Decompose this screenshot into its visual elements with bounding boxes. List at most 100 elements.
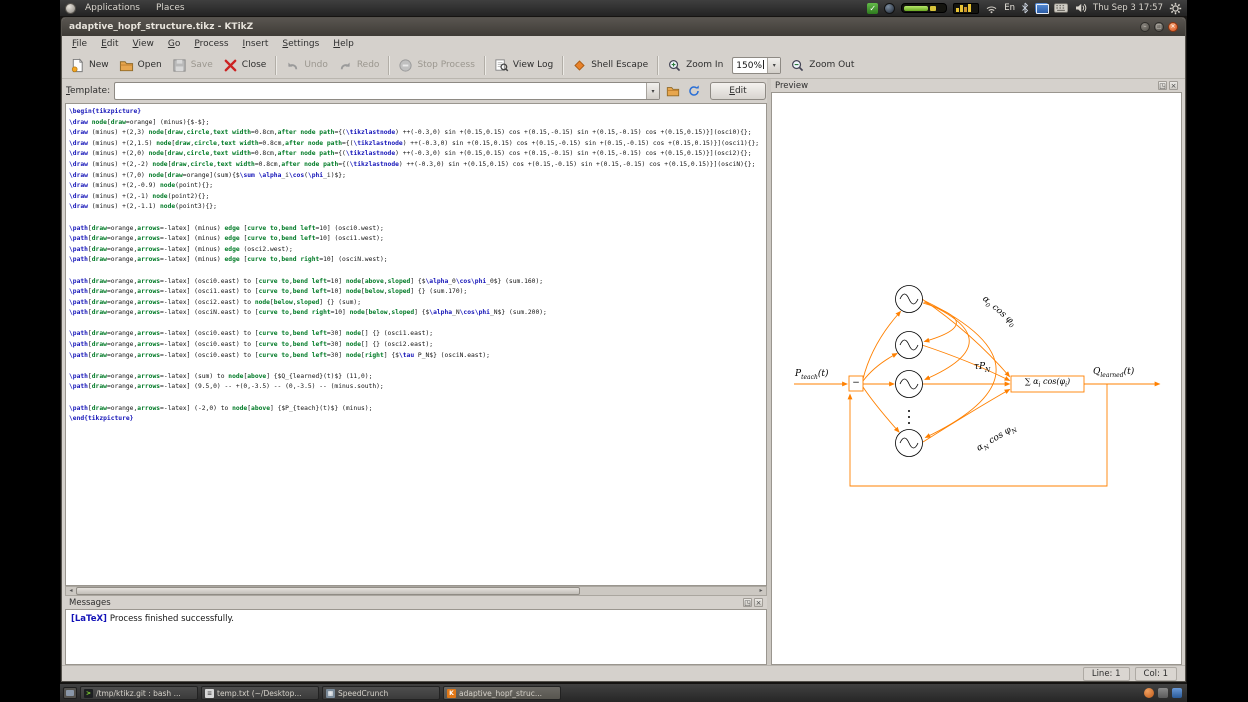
toolbar-button-shell[interactable]: Shell Escape [568, 56, 652, 75]
toolbar-separator [484, 56, 485, 75]
editor-column: Template: ▾ Edit \begin{tikzpicture}\dra… [65, 79, 767, 665]
code-line: \path[draw=orange,arrows=-latex] (minus)… [69, 224, 766, 235]
taskbar-window-button[interactable]: ≡temp.txt (~/Desktop... [201, 686, 319, 700]
code-line: \path[draw=orange,arrows=-latex] (osci1.… [69, 287, 766, 298]
menu-file[interactable]: File [65, 38, 94, 50]
toolbar-button-label: Shell Escape [591, 60, 648, 70]
applications-menu[interactable]: Applications [78, 2, 147, 14]
toolbar-button-close[interactable]: Close [219, 56, 271, 75]
float-dock-icon[interactable]: ◳ [1158, 81, 1167, 90]
tray-icon[interactable] [1172, 688, 1182, 698]
open-template-button[interactable] [664, 83, 681, 100]
label-p-teach: Pteach(t) [795, 369, 828, 381]
scroll-right-icon[interactable]: ▸ [756, 587, 766, 595]
code-line: \path[draw=orange,arrows=-latex] (osci0.… [69, 277, 766, 288]
toolbar-button-open[interactable]: Open [115, 56, 166, 75]
save-icon [172, 58, 187, 73]
taskbar-window-list: >/tmp/ktikz.git : bash ...≡temp.txt (~/D… [80, 686, 561, 700]
taskbar-window-button[interactable]: Kadaptive_hopf_struc... [443, 686, 561, 700]
tray-icon[interactable] [1144, 688, 1154, 698]
preview-canvas: Pteach(t) Qlearned(t) τPN α0 cos φ0 αN c… [771, 92, 1182, 665]
code-line [69, 361, 766, 372]
horizontal-scrollbar[interactable]: ◂ ▸ [65, 586, 767, 596]
mail-icon[interactable] [1035, 3, 1048, 13]
taskbar-window-button[interactable]: ▦SpeedCrunch [322, 686, 440, 700]
menu-insert[interactable]: Insert [236, 38, 276, 50]
menu-go[interactable]: Go [161, 38, 188, 50]
zoomout-icon [790, 58, 805, 73]
desktop: Applications Places ✓ En Thu Sep 3 17:57… [0, 0, 1248, 702]
close-button[interactable]: × [1168, 22, 1178, 32]
template-row: Template: ▾ Edit [65, 79, 767, 103]
preview-dock-header: Preview ◳ × [771, 79, 1182, 92]
keyboard-layout-indicator[interactable]: En [1004, 3, 1015, 13]
menu-process[interactable]: Process [187, 38, 235, 50]
code-line: \draw (minus) +(2,3) node[draw,circle,te… [69, 128, 766, 139]
zoomin-icon [667, 58, 682, 73]
messages-log: [LaTeX]Process finished successfully. [65, 609, 767, 665]
wifi-icon[interactable] [985, 2, 998, 14]
calculator-icon: ▦ [326, 689, 335, 698]
battery-indicator[interactable] [901, 3, 947, 13]
menu-settings[interactable]: Settings [275, 38, 326, 50]
scrollbar-thumb[interactable] [76, 587, 580, 595]
screen: Applications Places ✓ En Thu Sep 3 17:57… [60, 0, 1187, 702]
code-line: \draw node[draw=orange] (minus){$-$}; [69, 118, 766, 129]
menu-help[interactable]: Help [326, 38, 361, 50]
code-line [69, 393, 766, 404]
taskbar-window-button[interactable]: >/tmp/ktikz.git : bash ... [80, 686, 198, 700]
text-file-icon: ≡ [205, 689, 214, 698]
code-line: \path[draw=orange,arrows=-latex] (minus)… [69, 245, 766, 256]
float-dock-icon[interactable]: ◳ [743, 598, 752, 607]
system-load-meter[interactable] [953, 3, 979, 14]
bluetooth-icon[interactable] [1021, 2, 1029, 14]
code-line: \path[draw=orange,arrows=-latex] (osci2.… [69, 298, 766, 309]
chevron-down-icon[interactable]: ▾ [767, 58, 780, 73]
chevron-down-icon[interactable]: ▾ [646, 83, 659, 99]
show-desktop-button[interactable] [63, 687, 77, 699]
clock[interactable]: Thu Sep 3 17:57 [1093, 3, 1163, 13]
toolbar-separator [275, 56, 276, 75]
close-dock-icon[interactable]: × [1169, 81, 1178, 90]
template-combobox[interactable]: ▾ [114, 82, 660, 100]
code-line: \path[draw=orange,arrows=-latex] (minus)… [69, 255, 766, 266]
update-check-icon[interactable]: ✓ [867, 3, 878, 14]
zoom-level-combobox[interactable]: 150%▾ [732, 57, 781, 74]
open-icon [119, 58, 134, 73]
places-menu[interactable]: Places [149, 2, 192, 14]
menu-view[interactable]: View [126, 38, 161, 50]
bottom-taskbar: >/tmp/ktikz.git : bash ...≡temp.txt (~/D… [60, 684, 1187, 702]
tray-icon[interactable] [1158, 688, 1168, 698]
tikz-diagram [772, 93, 1182, 665]
toolbar-button-label: Save [191, 60, 213, 70]
window-controls: – □ × [1140, 22, 1178, 32]
scroll-left-icon[interactable]: ◂ [66, 587, 76, 595]
titlebar[interactable]: adaptive_hopf_structure.tikz - KTikZ – □… [62, 18, 1185, 36]
status-bar: Line: 1 Col: 1 [62, 665, 1185, 681]
volume-icon[interactable] [1074, 2, 1087, 14]
toolbar-button-redo: Redo [334, 56, 384, 75]
toolbar-button-label: View Log [513, 60, 553, 70]
template-edit-button[interactable]: Edit [710, 82, 766, 100]
distro-logo-icon[interactable] [65, 3, 76, 14]
toolbar-button-undo: Undo [281, 56, 332, 75]
keyboard-icon[interactable] [1054, 3, 1068, 13]
reload-template-button[interactable] [685, 83, 702, 100]
toolbar-button-viewlog[interactable]: View Log [490, 56, 557, 75]
gear-icon[interactable] [1169, 2, 1182, 15]
minimize-button[interactable]: – [1140, 22, 1150, 32]
toolbar: NewOpen Save Close UndoRedo Stop Process View… [62, 52, 1185, 79]
code-editor[interactable]: \begin{tikzpicture}\draw node[draw=orang… [65, 103, 767, 586]
close-icon [223, 58, 238, 73]
toolbar-button-new[interactable]: New [66, 56, 113, 75]
maximize-button[interactable]: □ [1154, 22, 1164, 32]
toolbar-button-zoomout[interactable]: Zoom Out [786, 56, 858, 75]
toolbar-button-label: Zoom Out [809, 60, 854, 70]
toolbar-button-zoomin[interactable]: Zoom In [663, 56, 727, 75]
globe-icon[interactable] [884, 3, 895, 14]
code-line: \draw (minus) +(2,-1) node(point2){}; [69, 192, 766, 203]
menu-edit[interactable]: Edit [94, 38, 125, 50]
close-dock-icon[interactable]: × [754, 598, 763, 607]
toolbar-button-stop: Stop Process [394, 56, 478, 75]
zoom-level-value: 150% [733, 60, 767, 71]
